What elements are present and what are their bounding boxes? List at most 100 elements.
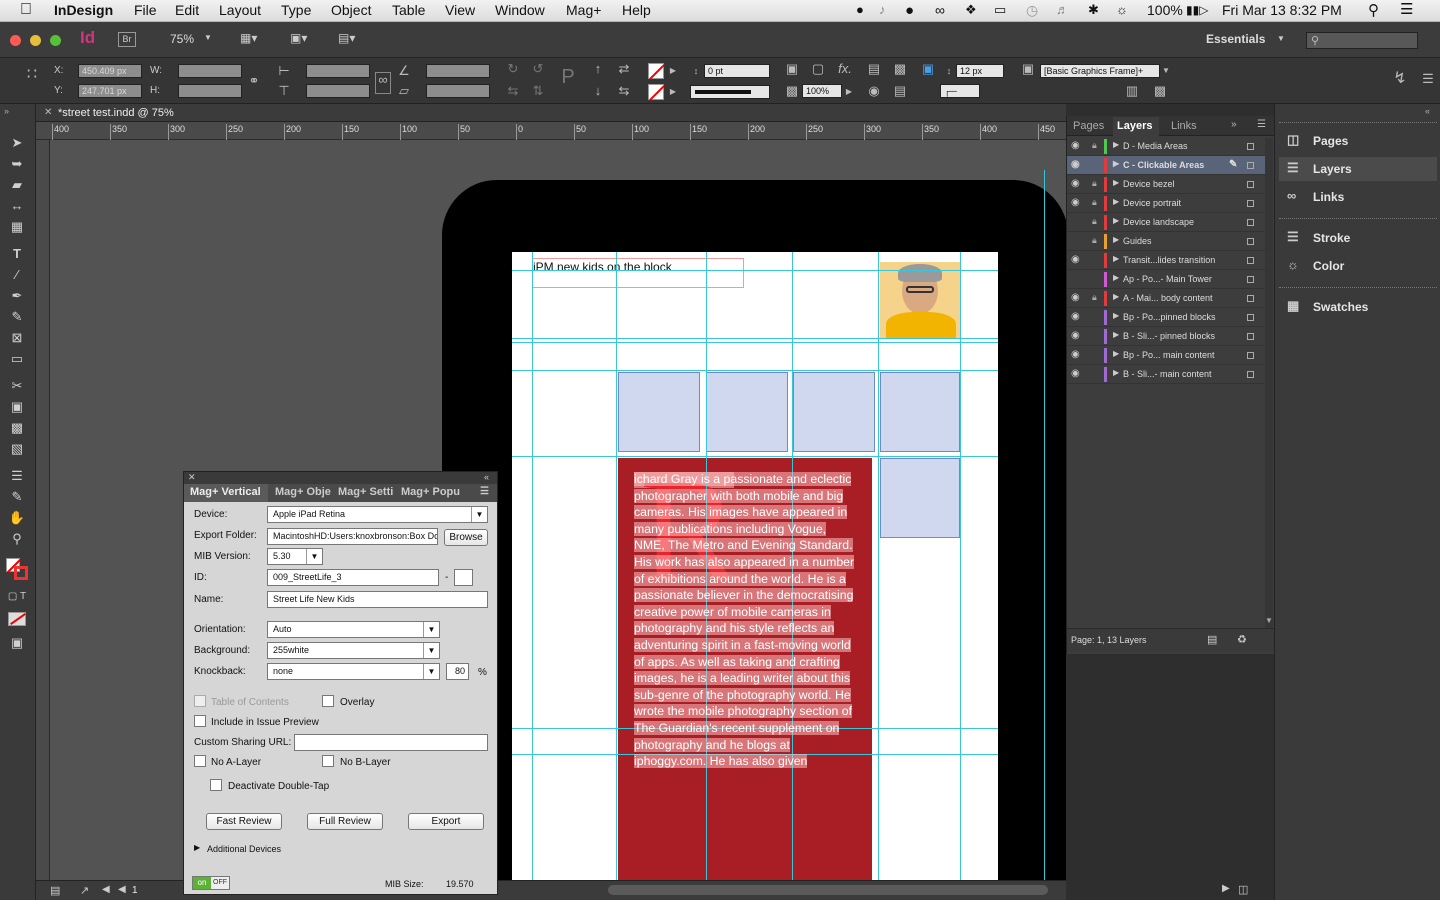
tab-links[interactable]: Links [1171, 120, 1197, 132]
stroke-color-swatch[interactable] [14, 566, 28, 580]
layer-row[interactable]: 🔒︎ ▶ Guides [1067, 232, 1267, 251]
id-suffix-field[interactable] [454, 569, 473, 586]
gap-tool-icon[interactable]: ↔ [6, 197, 28, 215]
notification-bell-icon[interactable]: ♪ [879, 2, 886, 17]
screen-mode-normal-icon[interactable]: ▣ [6, 634, 28, 652]
layer-row[interactable]: ◉ 🔒︎ ▶ Device bezel [1067, 175, 1267, 194]
y-position-field[interactable]: 247.701 px [78, 84, 142, 98]
visibility-eye-icon[interactable]: ◉ [1071, 311, 1080, 322]
grid-size-field[interactable]: 12 px [956, 64, 1004, 78]
lock-icon[interactable]: 🔒︎ [1092, 292, 1097, 303]
portrait-image[interactable] [880, 262, 960, 338]
quick-apply-lightning-icon[interactable]: ↯ [1392, 71, 1408, 87]
layer-selection-square[interactable] [1247, 257, 1254, 264]
stroke-weight-field[interactable]: 0 pt [704, 64, 770, 78]
wifi-icon[interactable]: ☼ [1116, 2, 1128, 17]
app-menu[interactable]: InDesign [54, 2, 113, 18]
dock-item-swatches[interactable]: ▦ Swatches [1279, 295, 1437, 319]
time-machine-icon[interactable]: ◷ [1026, 2, 1038, 19]
pinned-block-1[interactable] [618, 372, 700, 452]
collapse-panel-icon[interactable]: « [484, 472, 489, 482]
visibility-eye-icon[interactable]: ◉ [1071, 349, 1080, 360]
visibility-eye-icon[interactable]: ◉ [1071, 159, 1080, 170]
layer-selection-square[interactable] [1247, 352, 1254, 359]
scissors-tool-icon[interactable]: ✂ [6, 377, 28, 395]
layer-selection-square[interactable] [1247, 314, 1254, 321]
collapse-dock-icon[interactable]: « [1425, 106, 1430, 116]
link-chain-icon[interactable]: ∞ [375, 72, 391, 94]
shear-field[interactable] [426, 84, 490, 98]
pinned-block-3[interactable] [793, 372, 875, 452]
screen-mode-icon[interactable]: ▣▾ [290, 31, 320, 47]
zoom-window-button[interactable] [50, 35, 61, 46]
visibility-eye-icon[interactable]: ◉ [1071, 178, 1080, 189]
opacity-dropdown-icon[interactable]: ▶ [844, 85, 854, 99]
scale-y-field[interactable] [306, 84, 370, 98]
article-body-text[interactable]: ichard Gray is a passionate and eclectic… [634, 471, 856, 770]
full-review-button[interactable]: Full Review [307, 813, 383, 830]
mib-version-select[interactable]: 5.30 ▼ [267, 548, 323, 565]
visibility-eye-icon[interactable]: ◉ [1071, 140, 1080, 151]
expand-panel-icon[interactable]: » [1231, 119, 1237, 130]
note-tool-icon[interactable]: ☰ [6, 467, 28, 485]
gradient-swatch-tool-icon[interactable]: ▩ [6, 419, 28, 437]
lock-icon[interactable]: 🔒︎ [1092, 216, 1097, 227]
eyedropper-tool-icon[interactable]: ✎ [6, 488, 28, 506]
no-a-layer-checkbox[interactable] [194, 755, 206, 767]
fill-swatch-none[interactable] [648, 63, 665, 80]
horizontal-ruler[interactable]: 400 350 300 250 200 150 100 50 0 50 100 150 200 250 30… [36, 122, 1066, 140]
visibility-eye-icon[interactable]: ◉ [1071, 197, 1080, 208]
panel-menu-icon[interactable]: ☰ [1257, 119, 1266, 130]
gradient-feather-tool-icon[interactable]: ▧ [6, 440, 28, 458]
dock-item-stroke[interactable]: ☰ Stroke [1279, 226, 1437, 250]
workspace-switcher[interactable]: Essentials [1206, 32, 1265, 46]
corner-options-icon[interactable]: ▢ [810, 62, 826, 76]
opacity-icon[interactable]: ▩ [784, 84, 800, 98]
view-options-icon[interactable]: ▦▾ [240, 31, 270, 47]
expand-triangle-icon[interactable]: ▶ [1113, 368, 1119, 377]
layer-row[interactable]: ◉ ▶ B - Sli...- pinned blocks [1067, 327, 1267, 346]
hand-tool-icon[interactable]: ✋ [6, 509, 28, 527]
orientation-select[interactable]: Auto ▼ [267, 621, 440, 638]
fitting-content-icon[interactable]: ◉ [866, 84, 882, 98]
export-folder-field[interactable]: MacintoshHD:Users:knoxbronson:Box Do [267, 528, 438, 545]
layer-row[interactable]: ◉ ▶ B - Sli...- main content [1067, 365, 1267, 384]
page-tool-icon[interactable]: ▰ [6, 176, 28, 194]
lock-icon[interactable]: 🔒︎ [1092, 178, 1097, 189]
first-page-icon[interactable]: ◀ [102, 884, 110, 895]
name-field[interactable]: Street Life New Kids [267, 591, 488, 608]
chevron-down-icon[interactable]: ▼ [204, 33, 212, 42]
tab-magplus-settings[interactable]: Mag+ Setti [338, 486, 393, 498]
background-select[interactable]: 255white ▼ [267, 642, 440, 659]
layer-selection-square[interactable] [1247, 276, 1254, 283]
reference-point-icon[interactable]: ∷ [22, 67, 42, 83]
flip-vertical-icon[interactable]: ⇅ [530, 84, 546, 98]
document-tab-title[interactable]: *street test.indd @ 75% [58, 107, 174, 119]
layer-selection-square[interactable] [1247, 143, 1254, 150]
layer-row[interactable]: ◉ ▶ Bp - Po...pinned blocks [1067, 308, 1267, 327]
layer-selection-square[interactable] [1247, 295, 1254, 302]
layer-row[interactable]: ◉ 🔒︎ ▶ A - Mai... body content [1067, 289, 1267, 308]
expand-triangle-icon[interactable]: ▶ [194, 843, 200, 852]
search-input[interactable]: ⚲ [1306, 32, 1418, 49]
export-button[interactable]: Export [408, 813, 484, 830]
visibility-eye-icon[interactable]: ◉ [1071, 254, 1080, 265]
overlay-checkbox[interactable] [322, 695, 334, 707]
constrain-proportions-icon[interactable]: ⚭ [246, 74, 262, 88]
spotlight-search-icon[interactable]: ⚲ [1368, 1, 1379, 19]
effects-fx-icon[interactable]: fx. [836, 62, 854, 76]
apply-none-icon[interactable] [8, 612, 26, 626]
clock[interactable]: Fri Mar 13 8:32 PM [1222, 2, 1342, 18]
menu-table[interactable]: Table [392, 2, 425, 18]
corner-shape-select[interactable]: ┌─ [940, 84, 980, 98]
menu-edit[interactable]: Edit [175, 2, 199, 18]
object-style-icon[interactable]: ▣ [1020, 62, 1036, 76]
layer-selection-square[interactable] [1247, 219, 1254, 226]
bluetooth-icon[interactable]: ✱ [1088, 2, 1099, 18]
type-tool-icon[interactable]: T [6, 245, 28, 263]
expand-triangle-icon[interactable]: ▶ [1113, 178, 1119, 187]
pinned-block-5[interactable] [880, 458, 960, 538]
no-b-layer-checkbox[interactable] [322, 755, 334, 767]
on-off-toggle[interactable]: on OFF [192, 876, 230, 890]
horizontal-scrollbar[interactable] [608, 885, 1048, 895]
